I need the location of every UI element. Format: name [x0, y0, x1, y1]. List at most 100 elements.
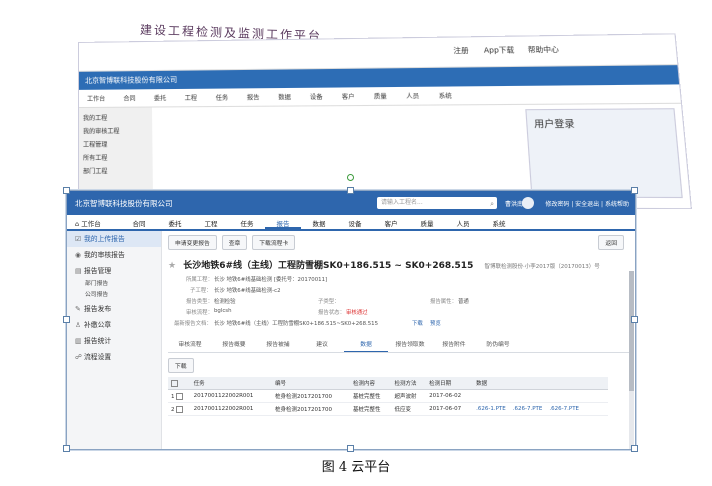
- person-icon: ♙: [75, 321, 82, 329]
- cell: 桩身检测2017201700: [272, 402, 350, 416]
- info-label: 审核流程：: [186, 310, 213, 316]
- nav-commission[interactable]: 委托: [157, 215, 193, 229]
- download-flowcard-button[interactable]: 下载流程卡: [252, 235, 296, 250]
- preview-link[interactable]: 预览: [430, 319, 441, 327]
- nav-quality[interactable]: 质量: [409, 215, 445, 229]
- list-icon: ▤: [75, 267, 82, 275]
- resize-handle[interactable]: [63, 187, 70, 194]
- tab-summary[interactable]: 报告概要: [212, 336, 256, 352]
- resize-handle[interactable]: [631, 445, 638, 452]
- resize-handle[interactable]: [63, 316, 70, 323]
- bg-nav-item: 数据: [278, 94, 292, 102]
- cell: 2017001122002R001: [190, 389, 273, 403]
- nav-data[interactable]: 数据: [301, 215, 337, 229]
- download-button[interactable]: 下载: [168, 358, 194, 373]
- sidebar-item-my-uploads[interactable]: ☑ 我的上传报告: [67, 231, 161, 247]
- header-data: 数据: [473, 377, 608, 390]
- cell: 2017001122002R001: [190, 402, 273, 416]
- resize-handle[interactable]: [631, 187, 638, 194]
- tab-review-flow[interactable]: 审核流程: [168, 336, 212, 352]
- nav-equipment[interactable]: 设备: [337, 215, 373, 229]
- resize-handle[interactable]: [63, 445, 70, 452]
- data-file-link[interactable]: .626-7.PTE: [549, 406, 579, 412]
- sidebar-item-workflow[interactable]: ☍ 流程设置: [67, 349, 161, 365]
- check-seal-button[interactable]: 查章: [221, 235, 248, 250]
- sidebar-label: 流程设置: [84, 353, 112, 361]
- info-label: 报告属性：: [430, 299, 457, 305]
- sidebar-item-my-reviews[interactable]: ◉ 我的审核报告: [67, 247, 161, 263]
- search-icon[interactable]: ⌕: [490, 198, 494, 210]
- info-value: 普通: [458, 299, 469, 305]
- resize-handle[interactable]: [347, 445, 354, 452]
- nav-contract[interactable]: 合同: [121, 215, 157, 229]
- status-badge: 审核通过: [346, 310, 368, 316]
- back-button[interactable]: 返回: [598, 235, 624, 250]
- bg-side-item: 所有工程: [83, 154, 108, 163]
- nav-workbench[interactable]: ⌂ 工作台: [67, 215, 121, 229]
- review-icon: ◉: [75, 251, 81, 259]
- tab-pickup[interactable]: 报告领取数: [388, 336, 432, 352]
- nav-personnel[interactable]: 人员: [445, 215, 481, 229]
- resize-handle[interactable]: [631, 316, 638, 323]
- bg-nav-item: 工作台: [87, 95, 106, 103]
- header-date: 检测日期: [426, 377, 474, 390]
- tab-advice[interactable]: 建议: [300, 336, 344, 352]
- star-icon[interactable]: ★: [168, 261, 176, 271]
- rotate-handle[interactable]: [347, 174, 354, 181]
- tab-antifake[interactable]: 防伪编号: [476, 336, 520, 352]
- edit-icon: ✎: [75, 305, 81, 313]
- search-input[interactable]: 请输入工程名... ⌕: [377, 197, 497, 209]
- bg-side-item: 部门工程: [83, 168, 108, 176]
- row-checkbox[interactable]: [176, 405, 184, 413]
- bg-nav-item: 工程: [184, 94, 198, 103]
- bg-side-item: 工程管理: [83, 141, 108, 149]
- user-name[interactable]: 曹洪南: [505, 199, 523, 208]
- data-file-link[interactable]: .626-1.PTE: [476, 406, 506, 412]
- bg-side-item: 我的审核工程: [83, 128, 120, 136]
- bg-link-help: 帮助中心: [527, 45, 560, 55]
- cell: .626-1.PTE .626-7.PTE .626-7.PTE: [473, 402, 608, 416]
- sidebar-item-publish[interactable]: ✎ 报告发布: [67, 301, 161, 317]
- scrollbar-thumb[interactable]: [629, 271, 634, 391]
- report-tabs: 审核流程 报告概要 报告被捕 建议 数据 报告领取数 报告附件 防伪编号: [168, 336, 629, 353]
- resize-handle[interactable]: [347, 187, 354, 194]
- apply-change-button[interactable]: 申请变更报告: [168, 235, 217, 250]
- tab-data[interactable]: 数据: [344, 336, 388, 352]
- cell: 低应变: [391, 402, 427, 416]
- nav-task[interactable]: 任务: [229, 215, 265, 229]
- row-checkbox[interactable]: [176, 392, 184, 400]
- app-body: ☑ 我的上传报告 ◉ 我的审核报告 ▤ 报告管理 部门报告 公司报告 ✎ 报告发布 ♙ 补…: [67, 231, 635, 449]
- scrollbar[interactable]: [629, 271, 634, 449]
- sidebar-item-report-management[interactable]: ▤ 报告管理: [67, 263, 161, 279]
- sidebar-item-statistics[interactable]: ▥ 报告统计: [67, 333, 161, 349]
- info-value: 长沙 地铁6#线基础检测-c2: [214, 288, 281, 294]
- cell: 2017-06-07: [426, 402, 474, 416]
- bg-link-register: 注册: [453, 46, 469, 56]
- main-nav: ⌂ 工作台 合同 委托 工程 任务 报告 数据 设备 客户 质量 人员 系统: [67, 215, 635, 231]
- nav-customer[interactable]: 客户: [373, 215, 409, 229]
- info-value: 长沙 地铁6#线基础检测 [委托号：20170011]: [214, 277, 328, 283]
- sidebar-item-seal[interactable]: ♙ 补缴公章: [67, 317, 161, 333]
- nav-project[interactable]: 工程: [193, 215, 229, 229]
- download-link[interactable]: 下载: [412, 319, 423, 327]
- info-label: 子类型：: [318, 299, 340, 305]
- select-all-checkbox[interactable]: [171, 379, 178, 387]
- data-file-link[interactable]: .626-7.PTE: [513, 406, 543, 412]
- avatar[interactable]: [522, 197, 534, 209]
- cell: 基桩完整性: [350, 389, 392, 403]
- header-links[interactable]: 修改密码 | 安全退出 | 系统帮助: [545, 199, 629, 208]
- nav-report[interactable]: 报告: [265, 215, 301, 229]
- nav-system[interactable]: 系统: [481, 215, 517, 229]
- header-code: 编号: [272, 377, 350, 390]
- sidebar-subitem-department[interactable]: 部门报告: [67, 279, 161, 290]
- app-header: 北京智博联科技股份有限公司 请输入工程名... ⌕ 曹洪南 修改密码 | 安全退…: [67, 191, 635, 215]
- tab-attachments[interactable]: 报告附件: [432, 336, 476, 352]
- sidebar-subitem-company[interactable]: 公司报告: [67, 290, 161, 301]
- tab-capture[interactable]: 报告被捕: [256, 336, 300, 352]
- cell: 2: [168, 402, 191, 416]
- main-content: 申请变更报告 查章 下载流程卡 返回 ★ 长沙地铁6#线（主线）工程防雪棚SK0…: [162, 231, 635, 449]
- table-row: 2 2017001122002R001 桩身检测2017201700 基桩完整性…: [168, 402, 608, 416]
- report-title-row: ★ 长沙地铁6#线（主线）工程防雪棚SK0+186.515 ~ SK0+268.…: [168, 258, 629, 271]
- report-title: 长沙地铁6#线（主线）工程防雪棚SK0+186.515 ~ SK0+268.51…: [183, 261, 474, 271]
- info-label: 报告类型：: [186, 299, 213, 305]
